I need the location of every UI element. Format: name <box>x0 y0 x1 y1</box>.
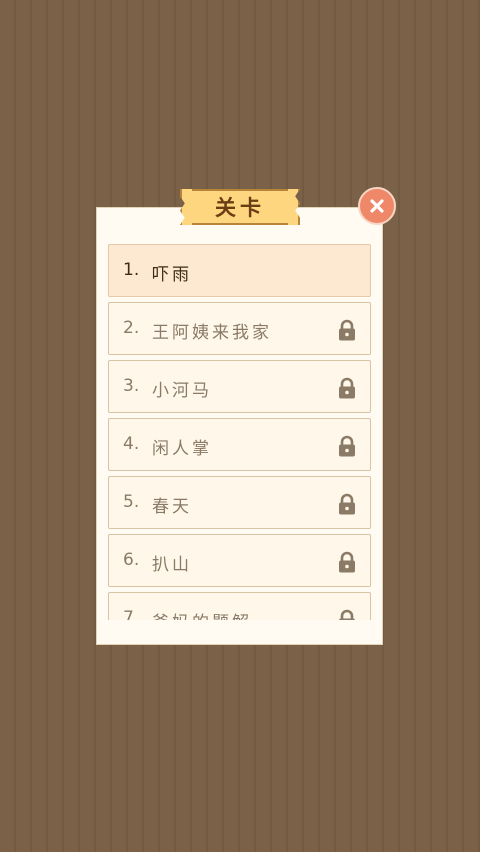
level-number: 7. <box>123 608 140 620</box>
level-number: 1. <box>123 260 140 280</box>
level-name: 吓雨 <box>152 265 192 285</box>
level-number: 3. <box>123 376 140 396</box>
lock-icon <box>339 493 355 515</box>
level-number: 6. <box>123 550 140 570</box>
level-item-4[interactable]: 4. 闲人掌 <box>108 418 371 471</box>
lock-icon <box>339 319 355 341</box>
close-button[interactable] <box>358 187 396 225</box>
level-item-5[interactable]: 5. 春天 <box>108 476 371 529</box>
lock-icon <box>339 435 355 457</box>
level-name: 小河马 <box>152 381 212 401</box>
lock-icon <box>339 609 355 620</box>
level-number: 5. <box>123 492 140 512</box>
level-name: 王阿姨来我家 <box>152 323 272 343</box>
level-item-1[interactable]: 1. 吓雨 <box>108 244 371 297</box>
close-icon <box>370 199 384 213</box>
level-name: 闲人掌 <box>152 439 212 459</box>
lock-icon <box>339 377 355 399</box>
level-item-6[interactable]: 6. 扒山 <box>108 534 371 587</box>
level-number: 2. <box>123 318 140 338</box>
level-item-2[interactable]: 2. 王阿姨来我家 <box>108 302 371 355</box>
level-name: 爸妈的题解 <box>152 608 252 620</box>
dialog-title: 关卡 <box>215 196 265 220</box>
level-number: 4. <box>123 434 140 454</box>
level-name: 扒山 <box>152 555 192 575</box>
level-name: 春天 <box>152 497 192 517</box>
level-item-3[interactable]: 3. 小河马 <box>108 360 371 413</box>
dialog-title-tag: 关卡 <box>186 189 294 225</box>
level-list[interactable]: 1. 吓雨 2. 王阿姨来我家 3. 小河马 4. 闲人掌 5. 春天 6. 扒… <box>107 243 373 620</box>
level-item-7[interactable]: 7. 爸妈的题解 <box>108 592 371 620</box>
lock-icon <box>339 551 355 573</box>
